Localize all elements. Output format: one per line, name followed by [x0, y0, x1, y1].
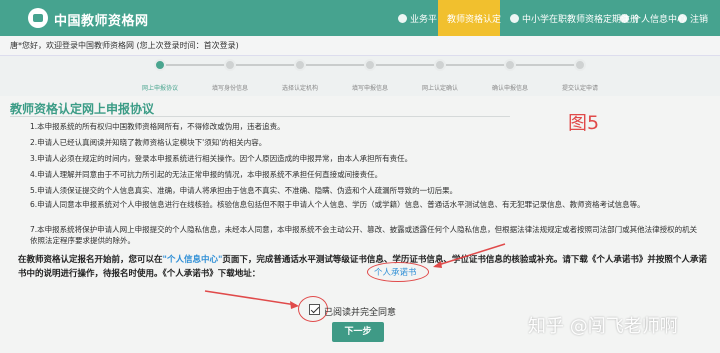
annotation-arrows: [204, 243, 506, 309]
watermark: 知乎 @闯飞老师啊: [528, 316, 678, 337]
arrow-to-download-link: [434, 243, 506, 267]
next-step-button[interactable]: 下一步: [332, 322, 384, 342]
arrowhead-download: [433, 261, 442, 268]
agree-label: 已阅读并完全同意: [324, 308, 397, 318]
arrow-to-agree-checkbox: [204, 290, 297, 306]
